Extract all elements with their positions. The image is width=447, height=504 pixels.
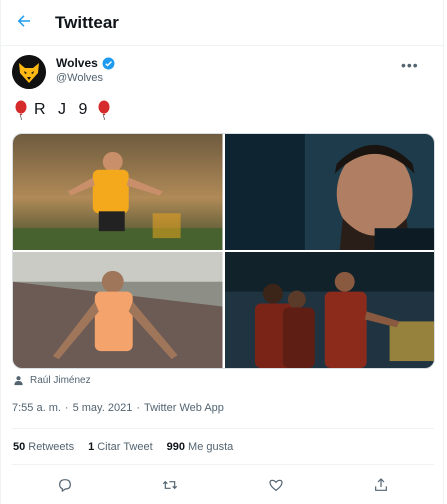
tweet-meta: 7:55 a. m. · 5 may. 2021 · Twitter Web A… [12, 402, 224, 414]
likes-stat[interactable]: 990 Me gusta [167, 441, 234, 453]
like-button[interactable] [265, 474, 287, 496]
tweet-text-letters: R J 9 [34, 101, 92, 118]
author-handle[interactable]: @Wolves [56, 72, 103, 84]
meta-separator: · [64, 402, 69, 414]
wolves-logo-icon [12, 55, 46, 89]
tweet-source[interactable]: Twitter Web App [144, 402, 224, 414]
back-arrow-icon [17, 15, 30, 27]
page-title: Twittear [55, 13, 119, 32]
more-icon[interactable]: ••• [401, 57, 419, 73]
back-button[interactable] [13, 10, 35, 32]
photo-1[interactable] [13, 134, 223, 250]
verified-icon [102, 57, 115, 69]
retweet-icon [163, 480, 178, 490]
likes-label: Me gusta [188, 441, 234, 453]
tweet-actions [12, 474, 434, 496]
balloon-icon [15, 100, 27, 120]
photo-4[interactable] [224, 252, 434, 368]
author-name-row[interactable]: Wolves [56, 56, 115, 70]
photo-grid [12, 133, 435, 369]
retweets-stat[interactable]: 50 Retweets [13, 441, 74, 453]
avatar[interactable] [12, 55, 46, 89]
tweet-text: R J 9 [14, 100, 111, 120]
reply-icon [58, 479, 71, 493]
person-tag-icon [14, 376, 23, 386]
retweets-count: 50 [13, 441, 26, 453]
photo-3[interactable] [13, 252, 223, 368]
author-name: Wolves [56, 56, 98, 70]
quotes-stat[interactable]: 1 Citar Tweet [88, 441, 153, 453]
quotes-count: 1 [88, 441, 95, 453]
tagged-user[interactable]: Raúl Jiménez [13, 375, 91, 386]
like-icon [269, 479, 283, 492]
tweet-page: Twittear Wolves @Wolves ••• R J 9 Raúl J… [0, 0, 445, 504]
share-button[interactable] [370, 474, 392, 496]
divider [12, 428, 434, 429]
likes-count: 990 [166, 441, 186, 453]
retweet-button[interactable] [159, 474, 181, 496]
divider [12, 464, 434, 465]
tagged-user-name: Raúl Jiménez [30, 375, 91, 386]
reply-button[interactable] [54, 474, 76, 496]
tweet-time[interactable]: 7:55 a. m. [12, 402, 61, 414]
quotes-label: Citar Tweet [97, 441, 153, 453]
photo-2[interactable] [224, 134, 434, 250]
share-icon [375, 478, 388, 491]
tweet-stats: 50 Retweets 1 Citar Tweet 990 Me gusta [13, 441, 233, 453]
balloon-icon [98, 100, 110, 120]
retweets-label: Retweets [28, 441, 75, 453]
tweet-date[interactable]: 5 may. 2021 [73, 402, 133, 414]
meta-separator: · [136, 402, 140, 414]
top-bar: Twittear [1, 0, 445, 46]
